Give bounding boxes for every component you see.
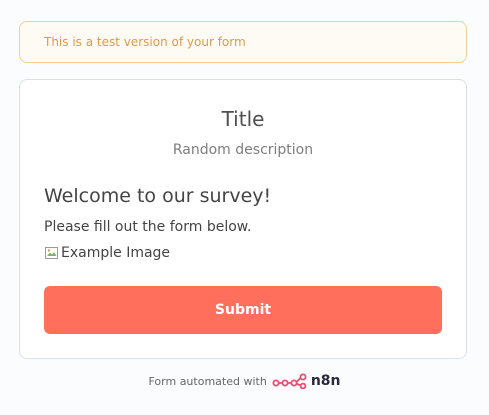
example-image-alt-text: Example Image (61, 245, 171, 261)
footer: Form automated with n8n (0, 373, 489, 389)
broken-image-icon (45, 247, 58, 259)
form-description: Random description (172, 142, 314, 158)
welcome-heading: Welcome to our survey! (44, 185, 272, 207)
n8n-brand-link[interactable]: n8n (272, 373, 341, 389)
test-version-banner: This is a test version of your form (19, 21, 467, 63)
footer-text: Form automated with (148, 374, 267, 388)
submit-button[interactable]: Submit (44, 286, 442, 334)
n8n-logo-icon (272, 373, 307, 389)
form-title: Title (221, 107, 265, 131)
form-card: Title Random description Welcome to our … (19, 79, 467, 359)
form-instructions: Please fill out the form below. (44, 219, 252, 235)
example-image: Example Image (44, 243, 170, 263)
test-version-banner-text: This is a test version of your form (44, 35, 246, 49)
n8n-brand-name: n8n (310, 373, 341, 389)
